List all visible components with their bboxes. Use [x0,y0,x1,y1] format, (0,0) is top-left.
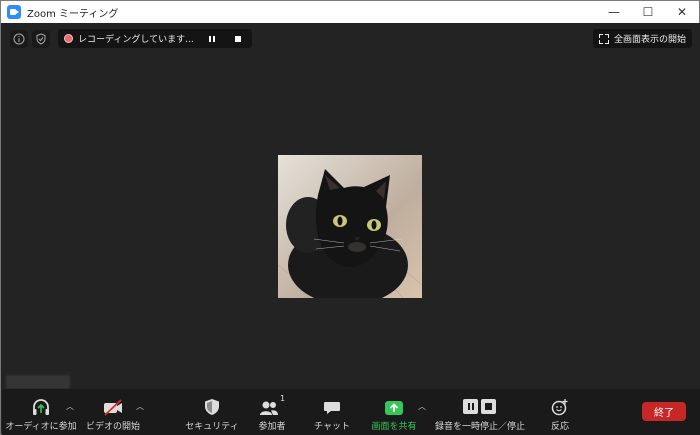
reactions-label: 反応 [550,422,569,432]
share-screen-label: 画面を共有 [371,422,417,432]
window-title: Zoom ミーティング [27,8,119,20]
stop-icon [234,35,241,42]
recording-dot-icon [64,34,73,43]
join-audio-button[interactable]: オーディオに参加 [5,389,77,435]
video-off-icon [104,399,122,416]
title-bar: Zoom ミーティング — ☐ ✕ [1,1,699,23]
security-label: セキュリティ [185,422,239,432]
shield-check-icon [36,32,46,45]
participants-count: 1 [279,394,286,403]
meeting-view: レコーディングしています... 全画面表示の開始 [2,23,700,389]
participants-button[interactable]: 1 参加者 [254,389,290,435]
fullscreen-label: 全画面表示の開始 [613,35,686,45]
start-video-button[interactable]: ビデオの開始 [86,389,140,435]
info-icon [13,33,25,44]
meeting-toolbar: オーディオに参加 ︿ ビデオの開始 ︿ セキュリティ 1 参加者 チャット 画面… [2,389,700,435]
zoom-app-icon [7,5,21,19]
recording-control-label: 録音を一時停止／停止 [434,422,525,432]
fullscreen-icon [598,33,609,44]
headphones-icon [33,399,49,415]
meeting-info-button[interactable] [10,29,28,48]
chat-bubble-icon [324,402,340,414]
share-screen-icon [385,401,403,415]
participants-label: 参加者 [258,422,286,432]
fullscreen-button[interactable]: 全画面表示の開始 [592,29,692,48]
stop-recording-button[interactable] [230,32,246,46]
maximize-button[interactable]: ☐ [631,1,665,23]
recording-indicator: レコーディングしています... [58,29,252,48]
pause-stop-recording-icon [463,399,496,414]
smiley-add-icon [551,399,568,416]
share-screen-button[interactable]: 画面を共有 [368,389,420,435]
video-options-chevron-icon[interactable]: ︿ [136,401,144,412]
share-options-chevron-icon[interactable]: ︿ [418,401,426,412]
reactions-button[interactable]: 反応 [546,389,574,435]
security-button[interactable]: セキュリティ [185,389,239,435]
audio-options-chevron-icon[interactable]: ︿ [66,401,74,412]
meeting-top-left: レコーディングしています... [10,29,252,48]
end-meeting-button[interactable]: 終了 [642,402,686,421]
pause-recording-button[interactable] [204,32,220,46]
participants-icon [259,401,278,415]
chat-button[interactable]: チャット [314,389,350,435]
start-video-label: ビデオの開始 [86,422,141,432]
recording-control-button[interactable]: 録音を一時停止／停止 [434,389,526,435]
window-controls: — ☐ ✕ [597,1,699,23]
join-audio-label: オーディオに参加 [5,422,77,432]
minimize-button[interactable]: — [597,1,631,23]
pause-icon [208,35,215,42]
participant-video[interactable] [278,155,422,298]
close-button[interactable]: ✕ [665,1,699,23]
chat-label: チャット [314,422,350,432]
shield-icon [205,399,219,415]
zoom-window: Zoom ミーティング — ☐ ✕ レコーディングしています... 全画面表示の… [0,0,700,435]
encryption-button[interactable] [32,29,50,48]
recording-status: レコーディングしています... [78,35,194,45]
participant-name-label [6,375,70,389]
cat-video-image [278,155,422,298]
